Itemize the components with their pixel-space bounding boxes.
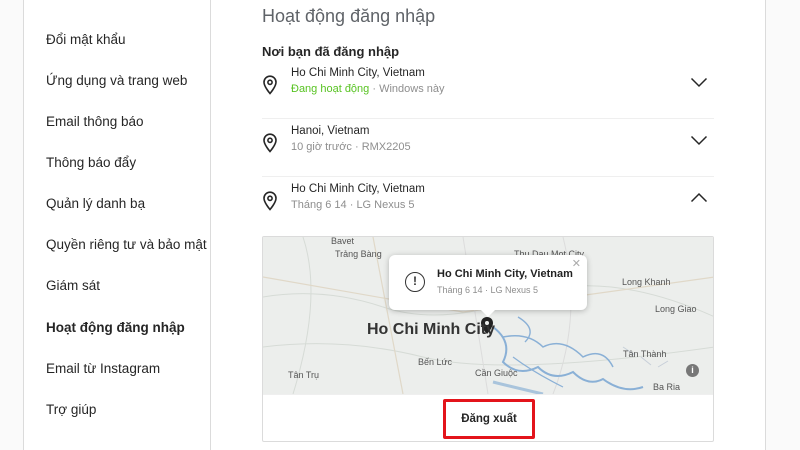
location-pin-icon bbox=[263, 75, 277, 95]
sidebar-item-apps-websites[interactable]: Ứng dụng và trang web bbox=[46, 73, 187, 88]
logout-button[interactable]: Đăng xuất bbox=[443, 399, 535, 439]
login-location-map[interactable]: Bavet Trảng Bàng Thu Dau Mot City Long K… bbox=[263, 236, 713, 394]
device-name: · Windows này bbox=[372, 83, 445, 95]
page-title: Hoạt động đăng nhập bbox=[262, 6, 436, 26]
login-map-card: Bavet Trảng Bàng Thu Dau Mot City Long K… bbox=[262, 236, 714, 442]
alert-icon: ! bbox=[405, 272, 425, 292]
sidebar-item-help[interactable]: Trợ giúp bbox=[46, 402, 96, 417]
location-pin-icon bbox=[263, 133, 277, 153]
info-icon[interactable]: i bbox=[686, 364, 699, 377]
login-location-meta: Tháng 6 14 · LG Nexus 5 bbox=[291, 199, 415, 211]
login-location-meta: 10 giờ trước · RMX2205 bbox=[291, 141, 411, 153]
map-label-trang-bang: Trảng Bàng bbox=[335, 249, 382, 259]
section-title: Nơi bạn đã đăng nhập bbox=[262, 44, 400, 59]
sidebar-item-privacy-security[interactable]: Quyền riêng tư và bảo mật bbox=[46, 237, 207, 252]
map-label-bavet: Bavet bbox=[331, 236, 355, 246]
settings-sidebar: Đổi mật khẩu Ứng dụng và trang web Email… bbox=[24, 0, 211, 450]
map-label-tan-tru: Tân Trụ bbox=[288, 370, 320, 380]
login-location-row[interactable]: Hanoi, Vietnam 10 giờ trước · RMX2205 bbox=[262, 120, 714, 177]
last-active-time: Tháng 6 14 bbox=[291, 199, 347, 211]
map-label-can-giuoc: Cần Giuộc bbox=[475, 368, 518, 378]
map-label-ben-luc: Bến Lức bbox=[418, 357, 453, 367]
location-pin-icon bbox=[263, 191, 277, 211]
map-label-long-giao: Long Giao bbox=[655, 304, 697, 314]
login-location-city: Hanoi, Vietnam bbox=[291, 125, 370, 137]
chevron-up-icon[interactable] bbox=[690, 192, 708, 204]
location-popup: ! Ho Chi Minh City, Vietnam Tháng 6 14 ·… bbox=[389, 255, 587, 317]
sidebar-item-manage-contacts[interactable]: Quản lý danh bạ bbox=[46, 196, 145, 211]
last-active-time: 10 giờ trước bbox=[291, 141, 352, 153]
logout-area: Đăng xuất bbox=[263, 394, 713, 441]
device-name: · RMX2205 bbox=[354, 141, 411, 153]
map-label-tan-thanh: Tân Thành bbox=[623, 349, 667, 359]
login-activity-panel: Hoạt động đăng nhập Nơi bạn đã đăng nhập… bbox=[212, 0, 765, 450]
login-location-row-expanded[interactable]: Ho Chi Minh City, Vietnam Tháng 6 14 · L… bbox=[262, 178, 714, 235]
sidebar-item-supervision[interactable]: Giám sát bbox=[46, 278, 100, 293]
chevron-down-icon[interactable] bbox=[690, 134, 708, 146]
sidebar-item-change-password[interactable]: Đổi mật khẩu bbox=[46, 32, 126, 47]
sidebar-item-emails-from-instagram[interactable]: Email từ Instagram bbox=[46, 361, 160, 376]
active-status: Đang hoạt động bbox=[291, 83, 370, 95]
map-label-ba-ria: Ba Ria bbox=[653, 382, 681, 392]
close-icon[interactable]: ✕ bbox=[572, 257, 581, 270]
login-location-row[interactable]: Ho Chi Minh City, Vietnam Đang hoạt động… bbox=[262, 62, 714, 119]
popup-meta: Tháng 6 14 · LG Nexus 5 bbox=[437, 285, 539, 295]
device-name: · LG Nexus 5 bbox=[349, 199, 415, 211]
popup-city: Ho Chi Minh City, Vietnam bbox=[437, 268, 573, 280]
login-location-city: Ho Chi Minh City, Vietnam bbox=[291, 183, 425, 195]
map-label-hcmc: Ho Chi Minh City bbox=[367, 321, 495, 338]
sidebar-item-email-notifications[interactable]: Email thông báo bbox=[46, 114, 144, 129]
login-location-meta: Đang hoạt động · Windows này bbox=[291, 83, 445, 95]
settings-window: Đổi mật khẩu Ứng dụng và trang web Email… bbox=[23, 0, 766, 450]
map-label-long-khanh: Long Khanh bbox=[622, 277, 671, 287]
chevron-down-icon[interactable] bbox=[690, 76, 708, 88]
sidebar-item-login-activity[interactable]: Hoạt động đăng nhập bbox=[46, 320, 185, 335]
sidebar-item-push-notifications[interactable]: Thông báo đẩy bbox=[46, 155, 136, 170]
login-location-city: Ho Chi Minh City, Vietnam bbox=[291, 67, 425, 79]
